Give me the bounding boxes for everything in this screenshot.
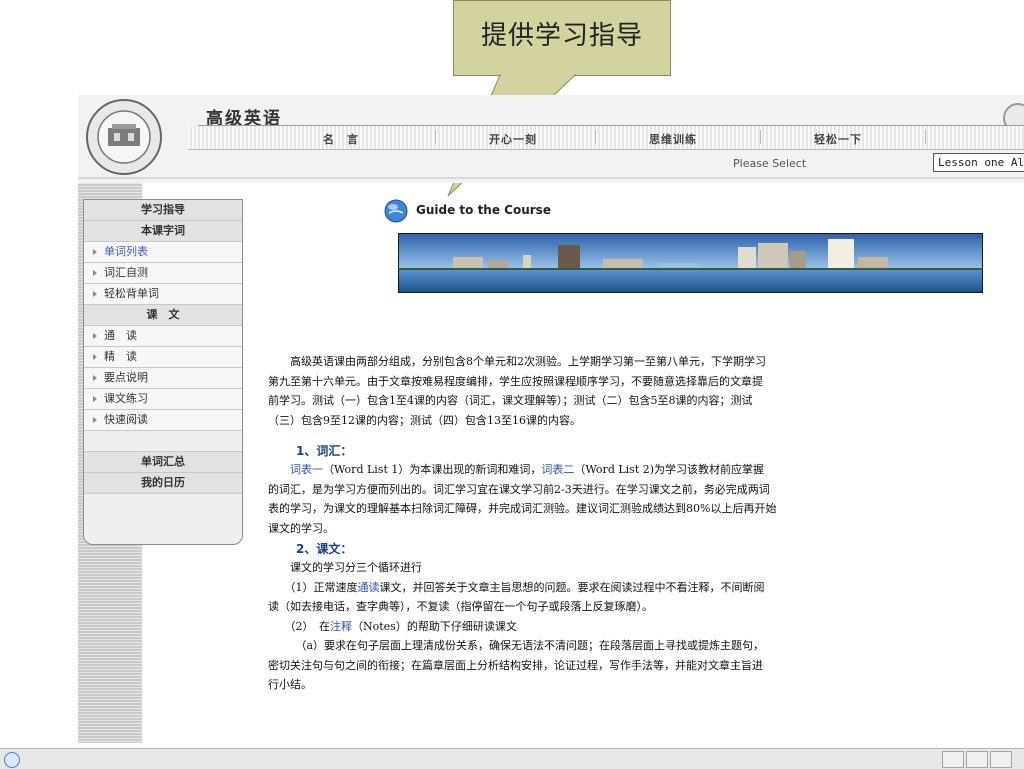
main-content: Guide to the Course 高级英语课由两部分组成，分别包含8个单元… — [268, 199, 1024, 759]
word-list-2-link[interactable]: 词表二 — [541, 463, 574, 476]
top-nav: 名 言 开心一刻 思维训练 轻松一下 — [188, 126, 1024, 150]
status-bar — [0, 748, 1024, 769]
browser-page: 高级英语 名 言 开心一刻 思维训练 轻松一下 Please Select Le… — [78, 95, 1024, 768]
city-skyline-banner — [398, 233, 983, 293]
select-label: Please Select — [733, 157, 807, 170]
arrow-right-icon — [93, 249, 97, 255]
arrow-right-icon — [93, 354, 97, 360]
nav-fun-moment[interactable]: 开心一刻 — [489, 131, 537, 147]
section-text-title: 2、课文： — [296, 542, 353, 556]
section-vocabulary-title: 1、词汇： — [296, 444, 353, 458]
arrow-right-icon — [93, 417, 97, 423]
sidebar-item-word-summary[interactable]: 单词汇总 — [84, 452, 242, 473]
sidebar-item-lesson-words[interactable]: 本课字词 — [84, 221, 242, 242]
globe-icon — [384, 199, 408, 223]
sidebar-spacer — [84, 431, 242, 452]
guide-title: Guide to the Course — [416, 203, 551, 217]
arrow-right-icon — [93, 333, 97, 339]
vocabulary-paragraph: 词表一（Word List 1）为本课出现的新词和难词，词表二（Word Lis… — [268, 463, 777, 535]
text-study-paragraph: 课文的学习分三个循环进行 （1）正常速度通读课文，并回答关于文章主旨思想的问题。… — [268, 561, 765, 691]
header: 高级英语 名 言 开心一刻 思维训练 轻松一下 Please Select Le… — [78, 95, 1024, 183]
skim-read-link[interactable]: 通读 — [358, 581, 380, 594]
ie-page-icon — [4, 752, 20, 768]
intro-paragraph: 高级英语课由两部分组成，分别包含8个单元和2次测验。上学期学习第一至第八单元，下… — [268, 355, 766, 427]
nav-quotes[interactable]: 名 言 — [323, 131, 359, 147]
sidebar-item-easy-words[interactable]: 轻松背单词 — [84, 284, 242, 305]
arrow-right-icon — [93, 375, 97, 381]
callout-box: 提供学习指导 — [453, 0, 671, 76]
sidebar-item-word-list[interactable]: 单词列表 — [84, 242, 242, 263]
nav-relax[interactable]: 轻松一下 — [814, 131, 862, 147]
callout-text: 提供学习指导 — [480, 21, 643, 51]
notes-link[interactable]: 注释 — [330, 620, 352, 633]
nav-thinking-training[interactable]: 思维训练 — [649, 131, 697, 147]
sidebar-item-vocab-test[interactable]: 词汇自测 — [84, 263, 242, 284]
university-logo — [86, 99, 162, 175]
sidebar-item-text[interactable]: 课 文 — [84, 305, 242, 326]
sidebar-item-study-guide[interactable]: 学习指导 — [84, 200, 242, 221]
arrow-right-icon — [93, 396, 97, 402]
sidebar: 学习指导 本课字词 单词列表 词汇自测 轻松背单词 课 文 通 读 精 读 要点… — [83, 199, 243, 545]
lesson-select-row: Please Select Lesson one Alienation an — [188, 150, 1024, 174]
sidebar-item-skim-read[interactable]: 通 读 — [84, 326, 242, 347]
sidebar-item-speed-read[interactable]: 快速阅读 — [84, 410, 242, 431]
arrow-right-icon — [93, 270, 97, 276]
word-list-1-link[interactable]: 词表一 — [290, 463, 323, 476]
sidebar-item-key-points[interactable]: 要点说明 — [84, 368, 242, 389]
sidebar-item-my-calendar[interactable]: 我的日历 — [84, 473, 242, 494]
lesson-select[interactable]: Lesson one Alienation an — [933, 153, 1024, 172]
sidebar-item-intensive-read[interactable]: 精 读 — [84, 347, 242, 368]
arrow-right-icon — [93, 291, 97, 297]
sidebar-item-exercises[interactable]: 课文练习 — [84, 389, 242, 410]
